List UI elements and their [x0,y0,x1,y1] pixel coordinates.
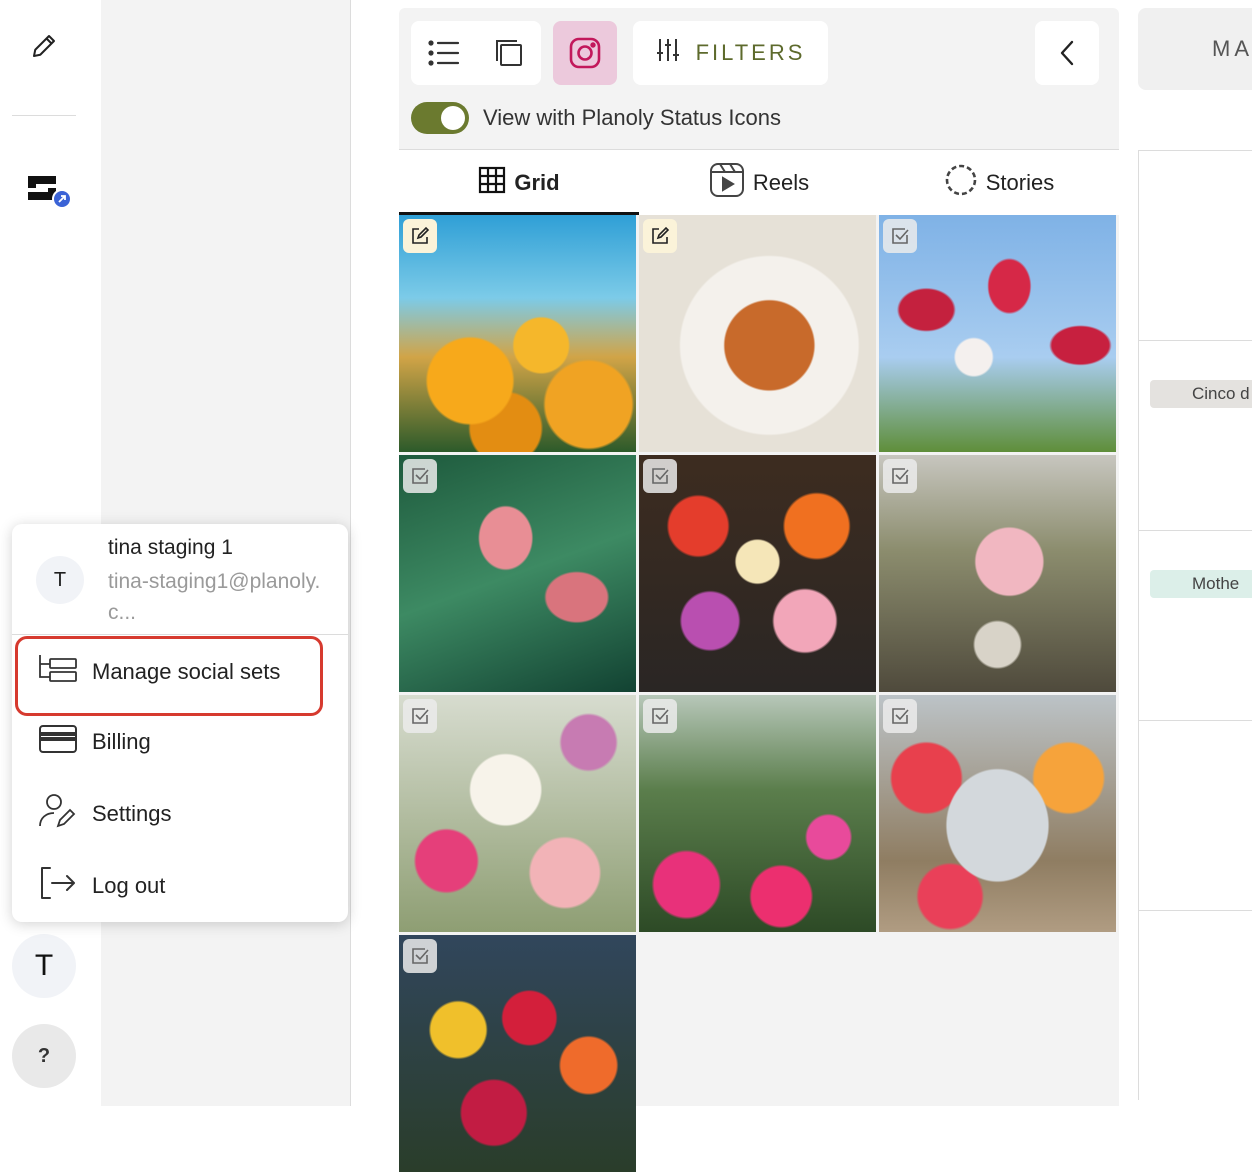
checkbox-status-icon [643,459,677,493]
calendar-event[interactable]: Mothe [1150,570,1252,598]
checkbox-status-icon [403,939,437,973]
checkbox-status-icon [883,459,917,493]
checkbox-status-icon [883,219,917,253]
gallery-view-icon[interactable] [476,21,541,85]
menu-item-settings[interactable]: Settings [12,782,348,846]
status-icons-toggle-row: View with Planoly Status Icons [411,102,781,134]
filters-label: FILTERS [695,40,806,65]
month-selector[interactable]: MA [1138,8,1252,90]
stories-icon [944,163,978,203]
grid-post[interactable] [399,455,636,692]
tab-label: Grid [514,169,560,195]
grid-post[interactable] [879,455,1116,692]
tab-label: Reels [752,169,810,195]
menu-avatar: T [36,556,84,604]
menu-item-label: Log out [92,873,166,898]
social-sets-icon [38,653,78,691]
menu-item-label: Billing [92,729,151,754]
tab-stories[interactable]: Stories [879,150,1119,215]
checkbox-status-icon [403,459,437,493]
credit-card-icon [38,723,78,761]
reels-icon [709,162,745,204]
menu-item-log-out[interactable]: Log out [12,854,348,918]
grid-post[interactable] [879,695,1116,932]
menu-item-billing[interactable]: Billing [12,710,348,774]
account-header: T tina staging 1 tina-staging1@planoly.c… [12,524,348,635]
user-email: tina-staging1@planoly.c... [108,570,321,624]
content-tabs: Grid Reels Stories [399,149,1119,215]
tab-label: Stories [985,169,1055,195]
checkbox-status-icon [883,699,917,733]
grid-panel: FILTERS View with Planoly Status Icons G… [399,8,1119,1172]
instagram-icon[interactable] [553,21,617,85]
checkbox-status-icon [403,699,437,733]
calendar-week-row [1138,910,1252,1100]
menu-item-label: Manage social sets [92,659,281,684]
account-menu: T tina staging 1 tina-staging1@planoly.c… [12,524,348,922]
calendar-week-row: Mothe [1138,530,1252,720]
grid-post[interactable] [399,935,636,1172]
calendar-week-row [1138,150,1252,340]
view-toolbar: FILTERS [411,21,828,85]
post-grid [399,215,1119,1172]
logout-icon [38,865,78,907]
calendar-week-row [1138,720,1252,910]
calendar-panel: MA Cinco d Mothe [1138,0,1252,1106]
grid-post[interactable] [639,215,876,452]
tab-reels[interactable]: Reels [639,150,879,215]
grid-post[interactable] [639,695,876,932]
grid-post[interactable] [879,215,1116,452]
toggle-label: View with Planoly Status Icons [483,105,781,130]
user-name: tina staging 1 [108,536,233,559]
grid-post[interactable] [399,695,636,932]
checkbox-status-icon [643,699,677,733]
user-settings-icon [38,792,78,836]
status-icons-toggle[interactable] [411,102,469,134]
calendar-week-row: Cinco d [1138,340,1252,530]
calendar-event[interactable]: Cinco d [1150,380,1252,408]
edit-status-icon [643,219,677,253]
filters-button[interactable]: FILTERS [633,21,828,85]
list-view-icon[interactable] [411,21,476,85]
grid-post[interactable] [639,455,876,692]
grid-icon [478,166,506,200]
edit-status-icon [403,219,437,253]
rail-divider [12,115,76,116]
social-set-logo-icon[interactable] [24,168,76,212]
sliders-icon [656,37,680,69]
help-button[interactable]: ? [12,1024,76,1088]
chevron-left-icon[interactable] [1035,21,1099,85]
tab-grid[interactable]: Grid [399,150,639,215]
view-mode-segment [411,21,541,85]
grid-post[interactable] [399,215,636,452]
avatar[interactable]: T [12,934,76,998]
menu-item-manage-social-sets[interactable]: Manage social sets [12,636,348,716]
menu-item-label: Settings [92,801,172,826]
pencil-icon[interactable] [22,24,66,68]
